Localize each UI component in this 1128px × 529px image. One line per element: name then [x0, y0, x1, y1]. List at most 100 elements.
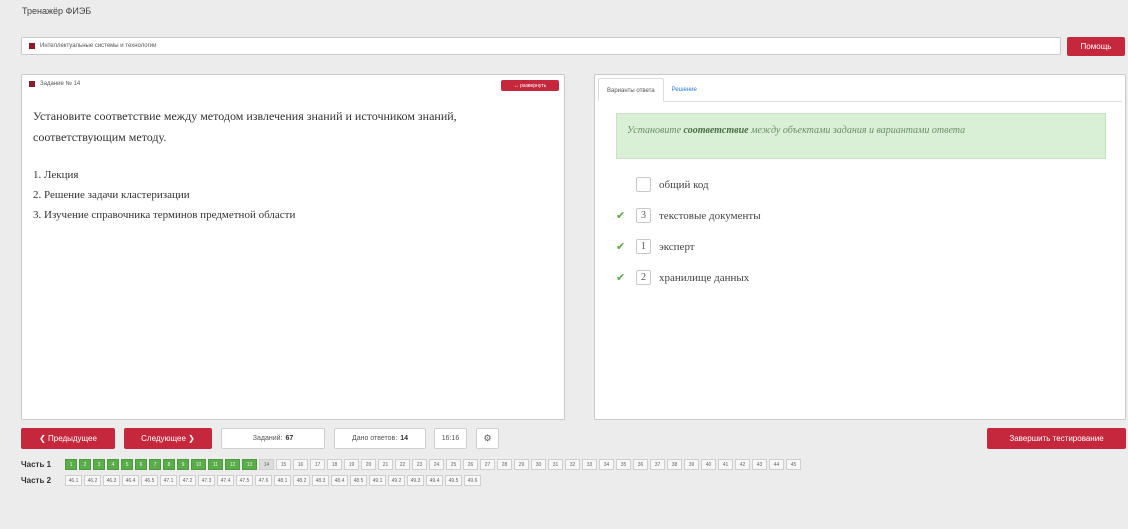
finish-button[interactable]: Завершить тестирование: [987, 428, 1126, 449]
question-cell[interactable]: 4: [107, 459, 119, 470]
question-cell[interactable]: 27: [480, 459, 495, 470]
subject-marker-icon: [29, 43, 35, 49]
tasks-count: 67: [285, 435, 294, 442]
question-cell[interactable]: 47.5: [236, 475, 253, 486]
question-cell[interactable]: 49.1: [369, 475, 386, 486]
option-text: эксперт: [659, 240, 695, 253]
question-cell[interactable]: 42: [735, 459, 750, 470]
question-cell[interactable]: 7: [149, 459, 161, 470]
question-cell[interactable]: 40: [701, 459, 716, 470]
question-cell[interactable]: 37: [650, 459, 665, 470]
question-cell[interactable]: 13: [242, 459, 257, 470]
question-cell[interactable]: 20: [361, 459, 376, 470]
question-cell[interactable]: 38: [667, 459, 682, 470]
question-cell[interactable]: 12: [225, 459, 240, 470]
question-cell[interactable]: 19: [344, 459, 359, 470]
question-cell[interactable]: 31: [548, 459, 563, 470]
question-cell[interactable]: 29: [514, 459, 529, 470]
question-cell[interactable]: 32: [565, 459, 580, 470]
question-cell[interactable]: 35: [616, 459, 631, 470]
question-cell[interactable]: 14: [259, 459, 274, 470]
question-cell[interactable]: 10: [191, 459, 206, 470]
question-cell[interactable]: 23: [412, 459, 427, 470]
question-cell[interactable]: 47.3: [198, 475, 215, 486]
prev-button[interactable]: ❮ Предыдущее: [21, 428, 115, 449]
question-cell[interactable]: 46.5: [141, 475, 158, 486]
next-button[interactable]: Следующее ❯: [124, 428, 212, 449]
settings-button[interactable]: ⚙: [476, 428, 499, 449]
question-cell[interactable]: 39: [684, 459, 699, 470]
help-button[interactable]: Помощь: [1067, 37, 1125, 56]
question-line-2: соответствующим методу.: [33, 130, 167, 144]
tab-answers[interactable]: Варианты ответа: [598, 78, 664, 102]
question-cell[interactable]: 48.4: [331, 475, 348, 486]
question-cell[interactable]: 28: [497, 459, 512, 470]
question-cell[interactable]: 18: [327, 459, 342, 470]
question-cell[interactable]: 49.4: [426, 475, 443, 486]
task-header: Задание № 14: [29, 81, 80, 87]
question-cell[interactable]: 49.5: [445, 475, 462, 486]
question-cell[interactable]: 3: [93, 459, 105, 470]
answer-tabs: Варианты ответа Решение: [598, 78, 1122, 102]
answer-panel: Варианты ответа Решение Установите соотв…: [594, 74, 1126, 420]
question-cell[interactable]: 9: [177, 459, 189, 470]
question-cell[interactable]: 11: [208, 459, 223, 470]
part-2-cells: 46.1 46.2 46.3 46.4 46.5 47.1 47.2 47.3 47.4 47.5…: [65, 475, 483, 486]
match-input[interactable]: 1: [636, 239, 651, 254]
tab-solution[interactable]: Решение: [664, 78, 705, 101]
question-cell[interactable]: 47.4: [217, 475, 234, 486]
task-panel: Задание № 14 ↔ развернуть Установите соо…: [21, 74, 565, 420]
question-cell[interactable]: 25: [446, 459, 461, 470]
question-cell[interactable]: 17: [310, 459, 325, 470]
question-cell[interactable]: 26: [463, 459, 478, 470]
question-cell[interactable]: 36: [633, 459, 648, 470]
hint-bold: соответствие: [683, 125, 749, 136]
question-cell[interactable]: 15: [276, 459, 291, 470]
question-cell[interactable]: 22: [395, 459, 410, 470]
option-text: текстовые документы: [659, 209, 761, 222]
part-1-row: Часть 1 1 2 3 4 5 6 7 8 9 10 11 12 13 14 15 16 17 18 19 20 2…: [21, 459, 803, 470]
question-cell[interactable]: 2: [79, 459, 91, 470]
question-cell[interactable]: 48.1: [274, 475, 291, 486]
question-cell[interactable]: 49.6: [464, 475, 481, 486]
question-cell[interactable]: 1: [65, 459, 77, 470]
task-item: 1. Лекция: [33, 169, 79, 181]
question-cell[interactable]: 47.2: [179, 475, 196, 486]
question-cell[interactable]: 43: [752, 459, 767, 470]
subject-bar: Интеллектуальные системы и технологии: [21, 37, 1061, 55]
expand-button[interactable]: ↔ развернуть: [501, 80, 559, 91]
question-cell[interactable]: 49.2: [388, 475, 405, 486]
question-cell[interactable]: 21: [378, 459, 393, 470]
checkmark-icon: ✔: [616, 241, 626, 253]
instruction-hint: Установите соответствие между объектами …: [616, 113, 1106, 159]
task-number: Задание № 14: [40, 81, 81, 87]
question-cell[interactable]: 44: [769, 459, 784, 470]
question-cell[interactable]: 8: [163, 459, 175, 470]
question-cell[interactable]: 6: [135, 459, 147, 470]
question-cell[interactable]: 47.6: [255, 475, 272, 486]
match-input[interactable]: 3: [636, 208, 651, 223]
option-text: хранилище данных: [659, 271, 750, 284]
question-cell[interactable]: 41: [718, 459, 733, 470]
question-cell[interactable]: 16: [293, 459, 308, 470]
app-title: Тренажёр ФИЭБ: [22, 6, 92, 16]
gear-icon: ⚙: [483, 433, 492, 443]
question-cell[interactable]: 48.3: [312, 475, 329, 486]
question-cell[interactable]: 30: [531, 459, 546, 470]
question-cell[interactable]: 34: [599, 459, 614, 470]
question-cell[interactable]: 48.2: [293, 475, 310, 486]
question-cell[interactable]: 46.2: [84, 475, 101, 486]
question-cell[interactable]: 24: [429, 459, 444, 470]
match-input[interactable]: 2: [636, 270, 651, 285]
question-cell[interactable]: 46.4: [122, 475, 139, 486]
question-cell[interactable]: 5: [121, 459, 133, 470]
question-cell[interactable]: 33: [582, 459, 597, 470]
question-cell[interactable]: 49.3: [407, 475, 424, 486]
question-cell[interactable]: 48.5: [350, 475, 367, 486]
checkmark-icon: ✔: [616, 210, 626, 222]
question-cell[interactable]: 47.1: [160, 475, 177, 486]
question-cell[interactable]: 45: [786, 459, 801, 470]
match-input[interactable]: [636, 177, 651, 192]
question-cell[interactable]: 46.1: [65, 475, 82, 486]
question-cell[interactable]: 46.3: [103, 475, 120, 486]
